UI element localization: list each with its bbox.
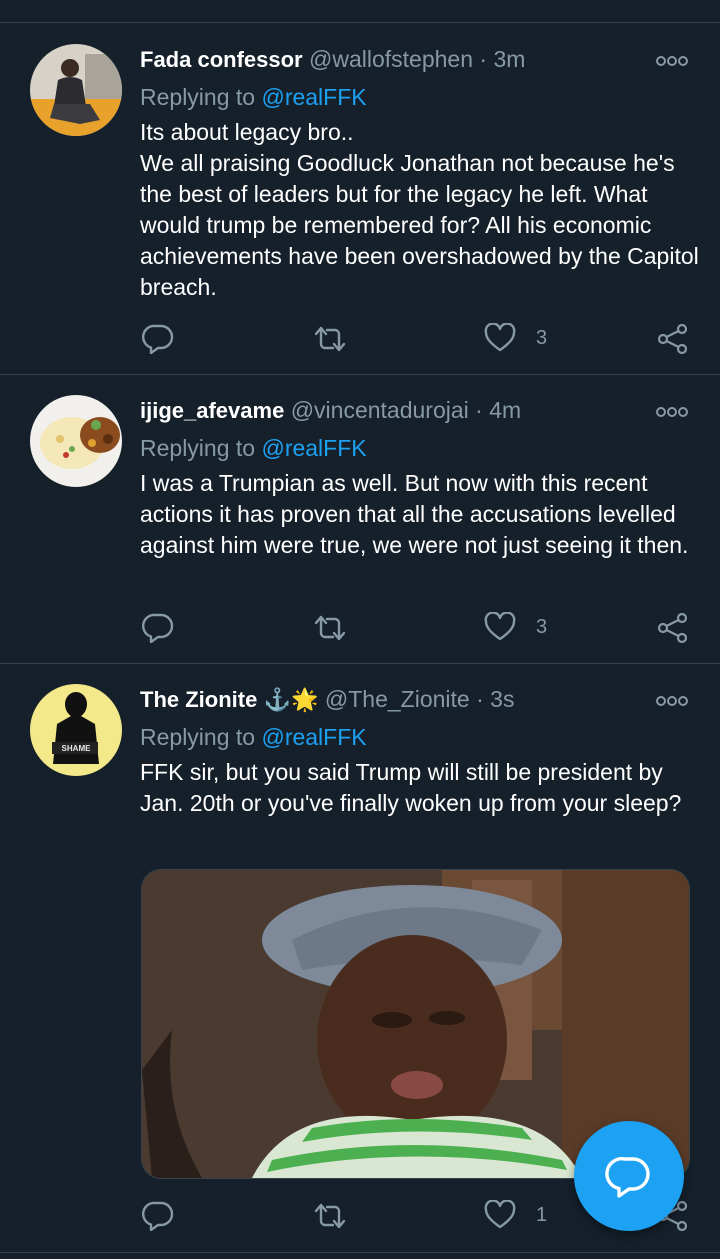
like-count: 3 <box>536 616 548 638</box>
avatar-caption: SHAME <box>62 744 92 753</box>
like-icon <box>484 612 516 641</box>
timestamp[interactable]: 4m <box>489 397 521 423</box>
author-handle[interactable]: @The_Zionite <box>325 686 470 712</box>
like-count: 1 <box>536 1204 548 1226</box>
divider <box>0 663 720 664</box>
timestamp[interactable]: 3m <box>493 46 525 72</box>
retweet-button[interactable] <box>312 1201 348 1231</box>
share-button[interactable] <box>656 612 690 644</box>
tweet-header: Fada confessor @wallofstephen · 3m <box>140 44 525 75</box>
separator-dot: · <box>475 397 483 423</box>
like-button[interactable] <box>484 612 516 642</box>
replying-to: Replying to @realFFK <box>140 82 367 112</box>
replying-to-label: Replying to <box>140 435 262 461</box>
share-icon <box>657 323 688 355</box>
more-icon[interactable] <box>655 405 689 417</box>
replying-to: Replying to @realFFK <box>140 433 367 463</box>
avatar[interactable]: SHAME <box>30 684 122 776</box>
retweet-button[interactable] <box>312 613 348 643</box>
mention-link[interactable]: @realFFK <box>261 84 366 110</box>
reply-button[interactable] <box>142 611 174 643</box>
like-icon <box>484 1200 516 1229</box>
tweet-text: I was a Trumpian as well. But now with t… <box>140 470 689 558</box>
reply-button[interactable] <box>142 322 174 354</box>
retweet-icon <box>314 615 346 641</box>
tweet[interactable]: Fada confessor @wallofstephen · 3m Reply… <box>0 44 720 374</box>
replying-to-label: Replying to <box>140 724 262 750</box>
more-icon[interactable] <box>655 694 689 706</box>
avatar[interactable] <box>30 395 122 487</box>
reply-icon <box>142 1201 174 1231</box>
author-name[interactable]: Fada confessor <box>140 47 303 72</box>
like-button[interactable] <box>484 1200 516 1230</box>
author-name[interactable]: ijige_afevame <box>140 398 284 423</box>
divider <box>0 374 720 375</box>
name-emoji: ⚓🌟 <box>263 687 319 712</box>
compose-reply-button[interactable] <box>574 1121 684 1231</box>
divider <box>0 1252 720 1253</box>
avatar[interactable] <box>30 44 122 136</box>
separator-dot: · <box>479 46 488 72</box>
top-divider <box>0 22 720 23</box>
reply-icon <box>142 613 174 643</box>
reply-icon <box>142 324 174 354</box>
share-icon <box>657 612 688 644</box>
retweet-button[interactable] <box>312 324 348 354</box>
author-handle[interactable]: @vincentadurojai <box>291 397 469 423</box>
tweet-header: The Zionite ⚓🌟 @The_Zionite · 3s <box>140 684 514 715</box>
like-icon <box>484 323 516 352</box>
mention-link[interactable]: @realFFK <box>261 724 366 750</box>
share-button[interactable] <box>656 323 690 355</box>
compose-reply-icon <box>605 1157 650 1198</box>
retweet-icon <box>314 1203 346 1229</box>
more-icon[interactable] <box>655 54 689 66</box>
reply-button[interactable] <box>142 1199 174 1231</box>
author-handle[interactable]: @wallofstephen <box>309 46 473 72</box>
tweet-text: Its about legacy bro.. We all praising G… <box>140 119 699 300</box>
replying-to-label: Replying to <box>140 84 262 110</box>
separator-dot: · <box>476 686 484 712</box>
tweet-header: ijige_afevame @vincentadurojai · 4m <box>140 395 521 426</box>
replying-to: Replying to @realFFK <box>140 722 367 752</box>
mention-link[interactable]: @realFFK <box>261 435 366 461</box>
author-name[interactable]: The Zionite <box>140 687 257 712</box>
tweet-text: FFK sir, but you said Trump will still b… <box>140 759 682 816</box>
retweet-icon <box>314 326 346 352</box>
tweet[interactable]: ijige_afevame @vincentadurojai · 4m Repl… <box>0 395 720 663</box>
like-count: 3 <box>536 327 548 349</box>
timestamp[interactable]: 3s <box>490 686 514 712</box>
like-button[interactable] <box>484 323 516 353</box>
